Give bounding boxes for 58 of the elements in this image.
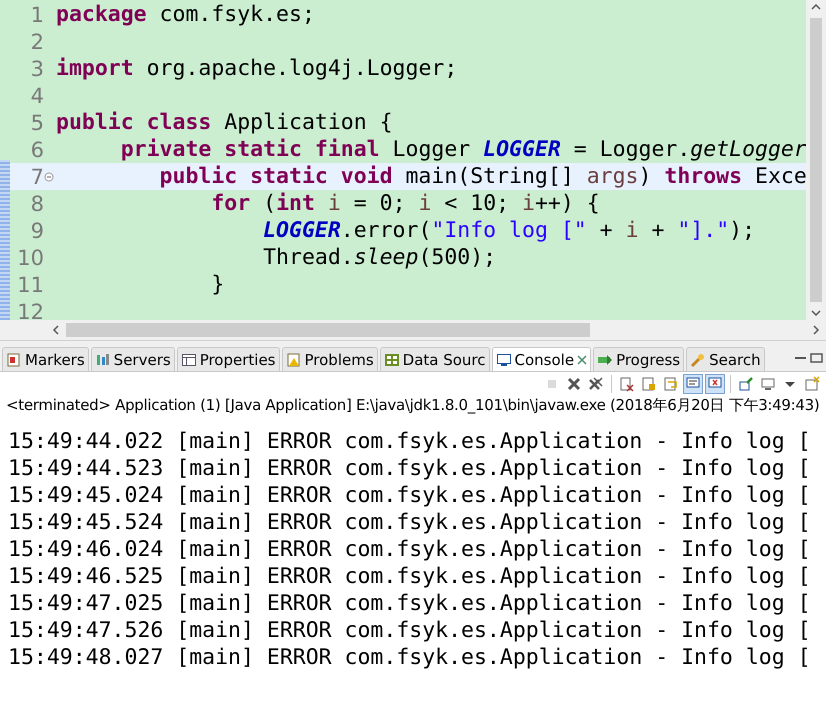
line-number: 5: [30, 110, 44, 134]
document-lock-icon: [641, 376, 657, 392]
code-text: LOGGER.error("Info log [" + i + "].");: [262, 218, 756, 243]
view-tab[interactable]: Problems: [282, 347, 378, 371]
view-tab[interactable]: Servers: [90, 347, 175, 371]
maximize-icon[interactable]: [810, 353, 824, 363]
monitor-icon: [496, 352, 512, 368]
line-number: 1: [30, 2, 44, 26]
double-x-icon: [588, 376, 604, 392]
process-label: <terminated> Application (1) [Java Application] E:\java\jdk1.8.0_101\bin\javaw.exe (2018年6月20日 下午3:49:43): [5, 396, 820, 414]
note-icon: [6, 352, 22, 368]
line-number: 9: [30, 218, 44, 242]
close-icon[interactable]: [577, 355, 588, 365]
code-text: package com.fsyk.es;: [56, 2, 315, 27]
view-tab[interactable]: Data Sourc: [380, 347, 490, 371]
vertical-scrollbar[interactable]: [806, 0, 826, 320]
console-line: 15:49:46.525 [main] ERROR com.fsyk.es.Application - Info log [: [8, 563, 812, 590]
line-number: 12: [16, 300, 44, 320]
line-number: 6: [30, 138, 44, 162]
view-tab[interactable]: Properties: [176, 347, 280, 371]
console-line: 15:49:45.024 [main] ERROR com.fsyk.es.Application - Info log [: [8, 482, 812, 509]
code-text: public static void main(String[] args) throws Exce: [158, 164, 806, 189]
code-text: Thread.sleep(500);: [262, 245, 496, 270]
warning-icon: [286, 352, 302, 368]
line-number: 7: [30, 164, 44, 188]
bar-chart-icon: [94, 352, 111, 368]
view-tab[interactable]: Console: [492, 347, 592, 371]
console-line: 15:49:44.022 [main] ERROR com.fsyk.es.Application - Info log [: [8, 428, 812, 455]
show-stdout-button[interactable]: [683, 374, 703, 394]
grid-icon: [384, 352, 400, 368]
line-number: 4: [30, 84, 44, 108]
view-tab[interactable]: Markers: [2, 347, 89, 371]
line-number: 10: [16, 246, 44, 270]
code-text: }: [210, 272, 224, 297]
console-line: 15:49:48.027 [main] ERROR com.fsyk.es.Application - Info log [: [8, 644, 812, 671]
pin-icon: [738, 376, 754, 392]
close-icon: [566, 376, 582, 392]
horizontal-scrollbar[interactable]: [0, 320, 826, 340]
code-text: public class Application {: [56, 110, 393, 135]
line-number: 2: [30, 30, 44, 54]
document-arrow-icon: [663, 376, 679, 392]
console-line: 15:49:47.025 [main] ERROR com.fsyk.es.Application - Info log [: [8, 590, 812, 617]
view-tab[interactable]: Progress: [593, 347, 684, 371]
code-text: import org.apache.log4j.Logger;: [56, 56, 458, 81]
view-tab[interactable]: Search: [686, 347, 765, 371]
console-line: 15:49:47.526 [main] ERROR com.fsyk.es.Application - Info log [: [8, 617, 812, 644]
table-icon: [180, 352, 197, 368]
line-number: 3: [30, 56, 44, 80]
console-line: 15:49:46.024 [main] ERROR com.fsyk.es.Application - Info log [: [8, 536, 812, 563]
line-number: 11: [16, 272, 44, 296]
monitor-icon: [760, 376, 776, 392]
document-x-icon: [619, 376, 635, 392]
console-line: 15:49:45.524 [main] ERROR com.fsyk.es.Application - Info log [: [8, 509, 812, 536]
show-stderr-button[interactable]: [705, 374, 725, 394]
fold-icon[interactable]: [44, 172, 54, 182]
code-text: for (int i = 0; i < 10; i++) {: [210, 191, 600, 216]
console-line: 15:49:44.523 [main] ERROR com.fsyk.es.Application - Info log [: [8, 455, 812, 482]
line-number: 8: [30, 192, 44, 216]
